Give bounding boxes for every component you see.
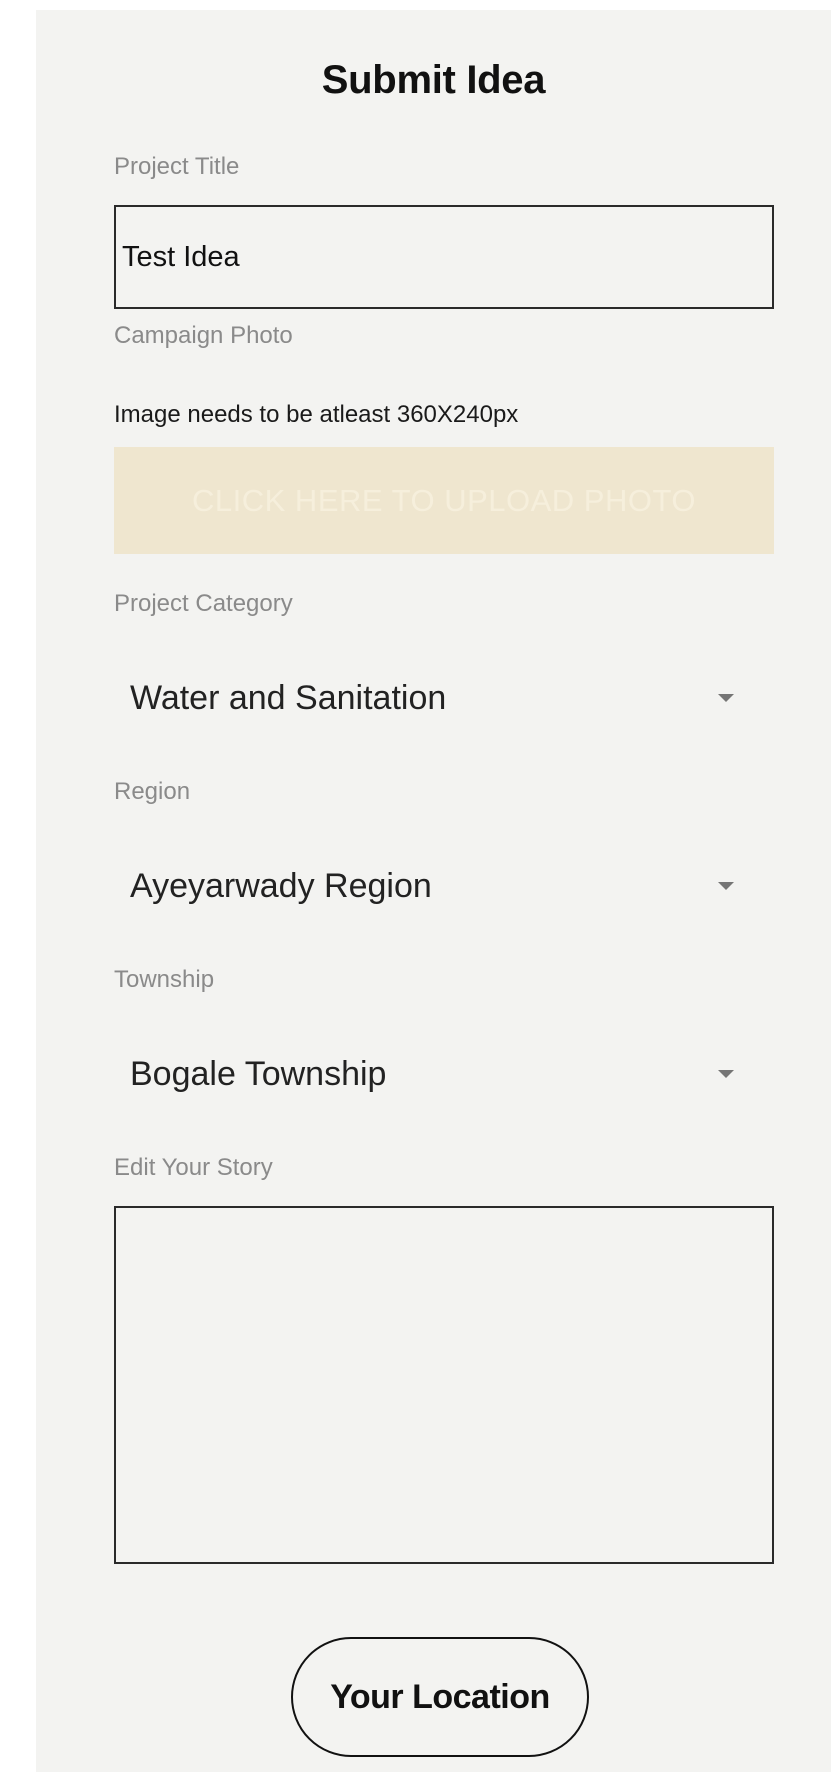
region-dropdown[interactable]: Ayeyarwady Region [114,851,774,921]
region-label: Region [114,778,191,805]
dropdown-caret-icon [718,694,734,702]
page-title: Submit Idea [321,58,546,102]
project-category-value: Water and Sanitation [130,678,447,717]
dropdown-caret-icon [718,882,734,890]
story-textarea[interactable] [114,1206,774,1564]
township-dropdown[interactable]: Bogale Township [114,1039,774,1109]
story-label: Edit Your Story [114,1154,273,1181]
project-title-label: Project Title [114,153,240,180]
submit-idea-screen: Submit Idea Project Title Test Idea Camp… [36,10,831,1772]
dropdown-caret-icon [718,1070,734,1078]
your-location-button[interactable]: Your Location [291,1637,589,1757]
your-location-label: Your Location [330,1677,550,1716]
project-category-label: Project Category [114,590,293,617]
project-category-dropdown[interactable]: Water and Sanitation [114,663,774,733]
upload-photo-button[interactable]: CLICK HERE TO UPLOAD PHOTO [114,447,774,554]
township-label: Township [114,966,215,993]
township-value: Bogale Township [130,1054,387,1093]
campaign-photo-hint: Image needs to be atleast 360X240px [114,401,519,428]
upload-photo-label: CLICK HERE TO UPLOAD PHOTO [192,482,696,518]
project-title-value: Test Idea [122,240,240,273]
campaign-photo-label: Campaign Photo [114,322,293,349]
project-title-input[interactable]: Test Idea [114,205,774,309]
region-value: Ayeyarwady Region [130,866,432,905]
